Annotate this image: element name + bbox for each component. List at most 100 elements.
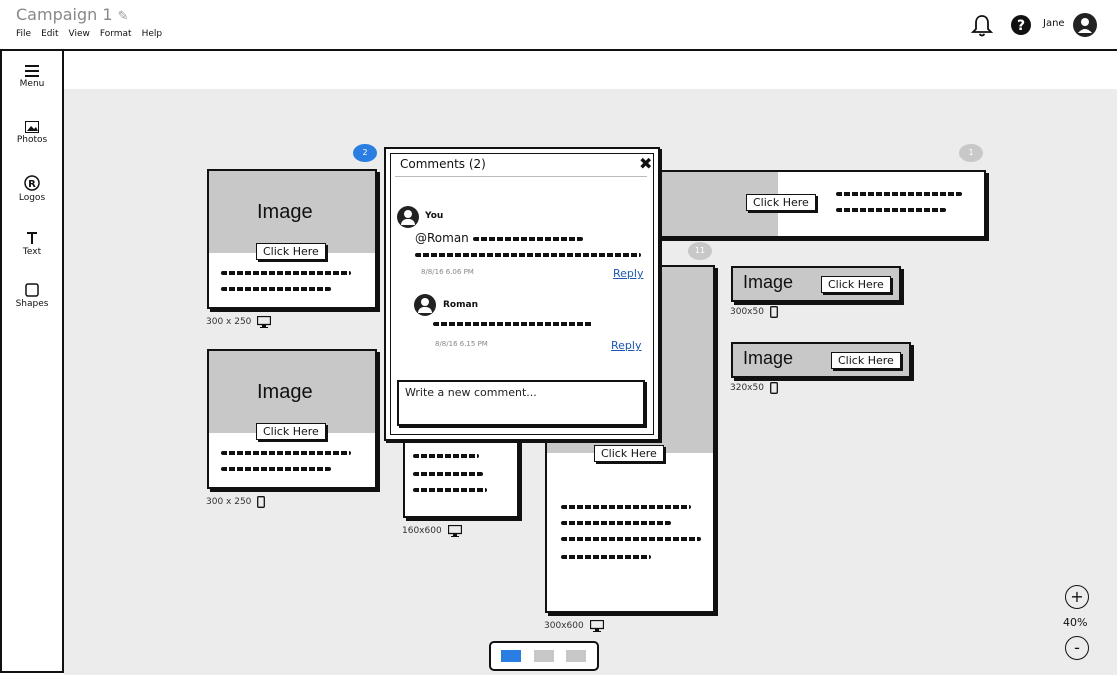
menu-edit[interactable]: Edit: [41, 29, 58, 39]
comment-count-bubble[interactable]: 2: [353, 144, 377, 162]
ad-size-label: 320x50: [730, 382, 778, 394]
ad-cta-button[interactable]: Click Here: [746, 194, 816, 211]
ad-size-text: 300x50: [730, 307, 764, 317]
ad-size-label: 300 x 250: [206, 496, 266, 508]
ad-text-scribble: [561, 555, 651, 559]
ad-text-scribble: [561, 505, 691, 509]
header-divider: [0, 49, 1117, 51]
ad-text-scribble: [836, 208, 946, 212]
phone-icon: [770, 306, 778, 318]
comment-author: Roman: [443, 300, 478, 310]
text-icon: [27, 232, 37, 244]
comments-panel[interactable]: Comments (2) ✖ You @Roman 8/8/16 6.06 PM…: [384, 147, 660, 441]
ad-300x250-desktop[interactable]: Image Click Here: [207, 169, 377, 309]
photo-icon: [25, 121, 39, 133]
comment-text-scribble: [415, 253, 641, 257]
comments-divider: [395, 176, 647, 177]
edit-pencil-icon[interactable]: ✎: [118, 9, 129, 24]
ad-text-scribble: [413, 454, 479, 458]
user-avatar-icon[interactable]: [1073, 13, 1097, 41]
ad-size-text: 160x600: [402, 526, 442, 536]
campaign-title[interactable]: Campaign 1 ✎: [16, 5, 129, 24]
tool-shapes-label: Shapes: [15, 299, 49, 309]
tool-sidebar: Menu Photos R Logos Text Shapes: [0, 51, 64, 673]
ad-300x50[interactable]: Image Click Here: [731, 266, 901, 302]
ad-320x50[interactable]: Image Click Here: [731, 342, 911, 378]
ad-text-scribble: [413, 472, 483, 476]
ad-text-scribble: [221, 467, 331, 471]
comment-count-bubble[interactable]: 1: [959, 144, 983, 162]
ad-300x250-mobile[interactable]: Image Click Here: [207, 349, 377, 489]
ad-cta-button[interactable]: Click Here: [594, 445, 664, 462]
ad-image-label: Image: [743, 272, 794, 292]
zoom-out-button[interactable]: -: [1065, 636, 1089, 660]
ad-size-text: 300x600: [544, 621, 584, 631]
ad-size-text: 320x50: [730, 383, 764, 393]
tool-menu-label: Menu: [19, 79, 45, 89]
ad-text-scribble: [221, 271, 351, 275]
comments-panel-frame: Comments (2) ✖ You @Roman 8/8/16 6.06 PM…: [390, 153, 654, 435]
monitor-icon: [257, 316, 272, 328]
ad-size-text: 300 x 250: [206, 317, 252, 327]
menu-bar: File Edit View Format Help: [16, 29, 162, 39]
tool-text-label: Text: [22, 247, 42, 257]
ad-image-label: Image: [743, 348, 794, 368]
close-icon[interactable]: ✖: [639, 154, 652, 173]
hamburger-icon: [25, 65, 39, 77]
tool-logos[interactable]: R Logos: [2, 175, 62, 203]
svg-text:R: R: [28, 179, 36, 190]
menu-format[interactable]: Format: [100, 29, 132, 39]
ad-leaderboard[interactable]: Click Here: [640, 170, 986, 238]
square-icon: [25, 283, 39, 297]
zoom-in-button[interactable]: +: [1065, 585, 1089, 609]
page-indicator[interactable]: [534, 650, 554, 662]
ad-cta-button[interactable]: Click Here: [256, 243, 326, 260]
comment-timestamp: 8/8/16 6.06 PM: [421, 268, 474, 276]
phone-icon: [257, 496, 266, 508]
comment-author: You: [425, 211, 444, 221]
help-icon[interactable]: ?: [1010, 14, 1032, 40]
svg-text:?: ?: [1017, 18, 1025, 34]
monitor-icon: [447, 525, 462, 537]
new-comment-placeholder: Write a new comment...: [405, 386, 537, 399]
phone-icon: [770, 382, 778, 394]
ad-size-text: 300 x 250: [206, 497, 252, 507]
comment-mention: @Roman: [415, 231, 469, 245]
ad-size-label: 300x50: [730, 306, 778, 318]
page-indicator[interactable]: [566, 650, 586, 662]
tool-photos[interactable]: Photos: [2, 121, 62, 145]
comment-count-bubble[interactable]: 11: [688, 242, 712, 260]
menu-view[interactable]: View: [69, 29, 90, 39]
comment-text-scribble: [473, 237, 583, 241]
zoom-level: 40%: [1063, 616, 1088, 629]
menu-help[interactable]: Help: [142, 29, 163, 39]
ad-cta-button[interactable]: Click Here: [256, 423, 326, 440]
ad-text-scribble: [561, 521, 671, 525]
ad-cta-button[interactable]: Click Here: [831, 352, 901, 369]
ad-image-label: Image: [257, 201, 313, 223]
ad-size-label: 300 x 250: [206, 316, 272, 328]
comment-timestamp: 8/8/16 6.15 PM: [435, 340, 488, 348]
reply-link[interactable]: Reply: [613, 267, 643, 280]
tool-menu[interactable]: Menu: [2, 65, 62, 89]
ad-image-label: Image: [257, 381, 313, 403]
new-comment-input[interactable]: Write a new comment...: [397, 380, 645, 426]
notifications-bell-icon[interactable]: [970, 14, 994, 42]
avatar: [414, 294, 436, 316]
ad-cta-button[interactable]: Click Here: [821, 276, 891, 293]
user-name[interactable]: Jane: [1043, 18, 1065, 29]
comment-text-scribble: [433, 322, 593, 326]
tool-text[interactable]: Text: [2, 231, 62, 257]
reply-link[interactable]: Reply: [611, 339, 641, 352]
ad-text-scribble: [221, 287, 331, 291]
page-switcher: [489, 641, 599, 671]
campaign-title-text: Campaign 1: [16, 5, 113, 24]
comments-title: Comments (2): [400, 157, 486, 171]
ad-text-scribble: [221, 451, 351, 455]
ad-size-label: 300x600: [544, 620, 604, 632]
ad-size-label: 160x600: [402, 525, 462, 537]
monitor-icon: [589, 620, 604, 632]
page-indicator-active[interactable]: [501, 650, 521, 662]
menu-file[interactable]: File: [16, 29, 31, 39]
tool-shapes[interactable]: Shapes: [2, 283, 62, 309]
